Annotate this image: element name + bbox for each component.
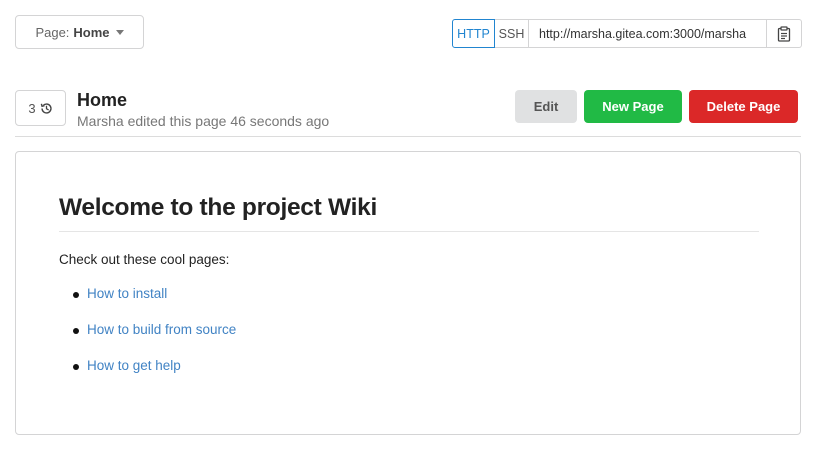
link-how-to-get-help[interactable]: How to get help xyxy=(87,358,181,373)
bullet-icon xyxy=(73,364,79,370)
page-selector-prefix: Page: xyxy=(35,24,70,40)
page-edit-meta: Marsha edited this page 46 seconds ago xyxy=(77,113,330,129)
new-page-button[interactable]: New Page xyxy=(584,90,682,123)
page-selector-value: Home xyxy=(73,24,110,40)
page-header: Home Marsha edited this page 46 seconds … xyxy=(77,89,329,129)
http-protocol-button[interactable]: HTTP xyxy=(452,19,495,48)
caret-down-icon xyxy=(115,29,124,35)
wiki-intro-text: Check out these cool pages: xyxy=(59,252,230,267)
clone-url-input[interactable]: http://marsha.gitea.com:3000/marsha xyxy=(529,19,767,48)
wiki-link-list: How to install How to build from source … xyxy=(73,286,236,394)
revisions-count: 3 xyxy=(28,100,36,116)
history-icon xyxy=(40,102,52,114)
list-item: How to get help xyxy=(73,358,236,394)
link-how-to-build-from-source[interactable]: How to build from source xyxy=(87,322,236,337)
bullet-icon xyxy=(73,328,79,334)
ssh-protocol-button[interactable]: SSH xyxy=(495,19,529,48)
list-item: How to install xyxy=(73,286,236,322)
wiki-content: Welcome to the project Wiki Check out th… xyxy=(15,151,801,435)
page-title: Home xyxy=(77,90,128,110)
delete-page-button[interactable]: Delete Page xyxy=(689,90,798,123)
wiki-heading: Welcome to the project Wiki xyxy=(59,194,377,221)
clone-url-group: HTTP SSH http://marsha.gitea.com:3000/ma… xyxy=(452,19,802,48)
bullet-icon xyxy=(73,292,79,298)
header-divider xyxy=(15,136,801,137)
heading-divider xyxy=(59,231,759,232)
copy-url-button[interactable] xyxy=(767,19,802,48)
link-how-to-install[interactable]: How to install xyxy=(87,286,167,301)
clipboard-icon xyxy=(777,25,791,42)
page-selector-dropdown[interactable]: Page: Home xyxy=(15,15,144,49)
list-item: How to build from source xyxy=(73,322,236,358)
revisions-button[interactable]: 3 xyxy=(15,90,66,126)
edit-button[interactable]: Edit xyxy=(515,90,577,123)
